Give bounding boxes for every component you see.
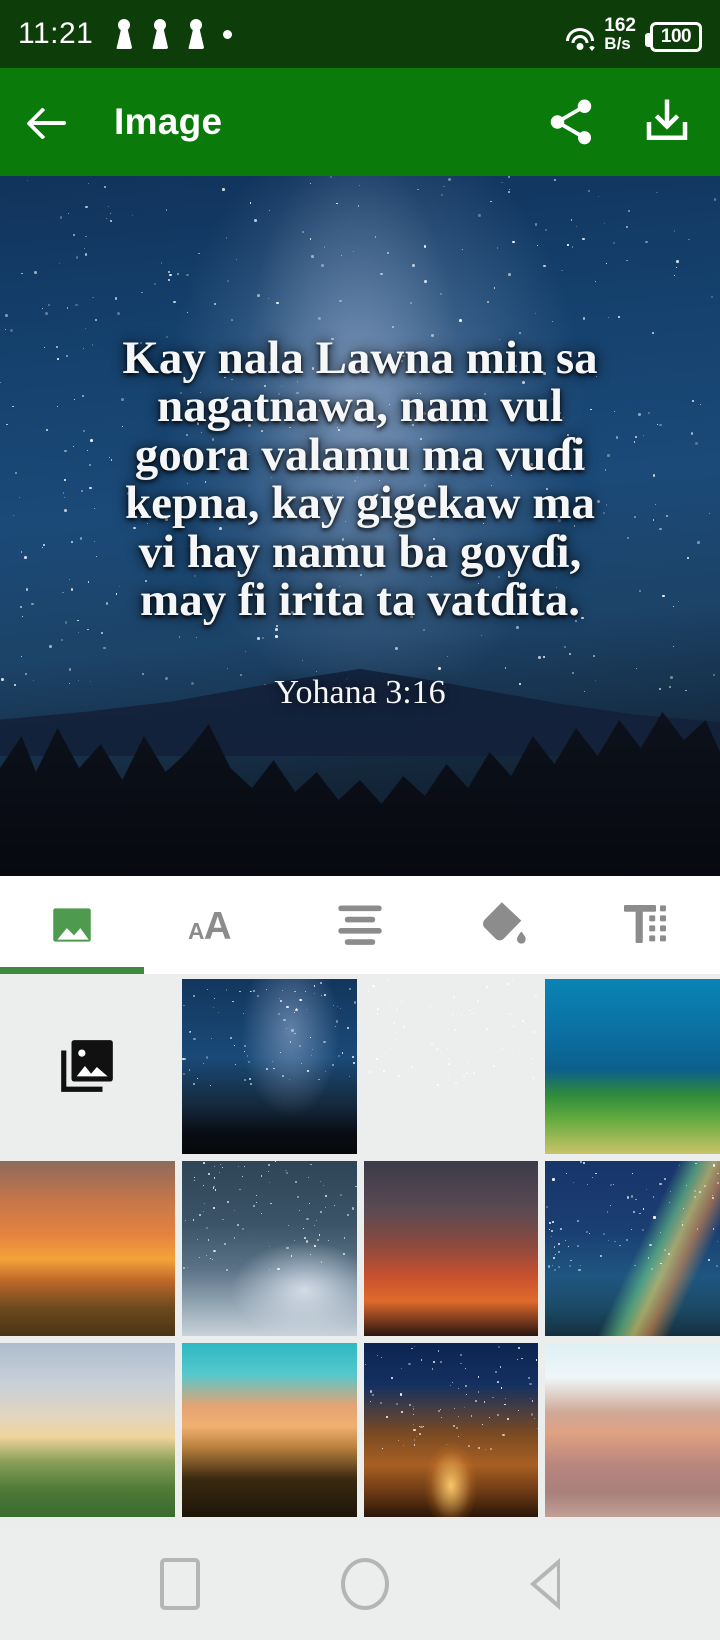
tab-text-align[interactable] [288,876,432,974]
thumbnail-stars [182,1160,357,1336]
thumbnail-image [364,979,539,1154]
network-speed: 162 B/s [604,16,636,52]
thumbnail-stars [364,979,539,1154]
network-speed-unit: B/s [604,34,631,53]
verse-line: goora valamu ma vuɗi [134,428,586,481]
thumbnail-image [181,979,357,1154]
thumbnail-image [545,1160,720,1336]
tab-background[interactable] [0,876,144,974]
thumbnail-stars [182,979,357,1154]
thumbnail-stars [364,1343,539,1518]
gallery-thumbnail[interactable] [363,1342,539,1518]
svg-text:A: A [188,918,204,944]
thumbnail-image [363,1342,539,1518]
photo-library-icon [61,1040,114,1093]
gallery-thumbnail[interactable] [181,979,357,1154]
tab-font-size[interactable]: A A [144,876,288,974]
screen-root: 11:21 162 B/s 100 Image Kay nala Lawna m… [0,0,720,1640]
android-nav-bar [0,1528,720,1640]
gallery-thumbnail[interactable] [181,1160,357,1336]
gallery-picker-button[interactable] [0,979,175,1154]
thumbnail-stars [545,1161,720,1336]
tab-fill-color[interactable] [432,876,576,974]
page-title: Image [114,101,223,142]
thumbnail-image [181,1342,357,1518]
status-clock: 11:21 [18,17,94,50]
verse-text: Kay nala Lawna min sa nagatnawa, nam vul g… [30,332,690,627]
verse-reference: Yohana 3:16 [274,674,446,712]
verse-block: Kay nala Lawna min sa nagatnawa, nam vul g… [0,334,720,712]
download-icon[interactable] [640,95,694,149]
recents-button-icon[interactable] [160,1558,201,1610]
verse-line: kepna, kay gigekaw ma [124,477,596,530]
notification-dot-icon [223,29,233,39]
notification-icon [115,19,133,49]
thumbnail-image [0,1342,175,1518]
thumbnail-image [545,1342,720,1518]
gallery-thumbnail[interactable] [545,1160,720,1336]
thumbnail-grid [0,974,720,1518]
thumbnail-image [545,979,720,1154]
gallery-thumbnail[interactable] [364,979,539,1154]
gallery-thumbnail[interactable] [0,1160,175,1336]
notification-icon [187,19,205,49]
tool-tabs: A A [0,876,720,974]
gallery-thumbnail[interactable] [545,979,720,1154]
status-bar: 11:21 162 B/s 100 [0,0,720,68]
verse-line: vi hay namu ba goyɗi, [138,525,582,578]
back-arrow-icon[interactable] [26,98,74,146]
home-button-icon[interactable] [340,1558,389,1610]
network-speed-value: 162 [604,15,636,36]
svg-text:A: A [204,905,232,948]
gallery-thumbnail[interactable] [181,1342,357,1518]
background-gallery [0,974,720,1518]
thumbnail-image [0,1160,175,1336]
notification-icon [151,19,169,49]
verse-line: Kay nala Lawna min sa [122,332,598,384]
battery-level-text: 100 [660,26,692,47]
gallery-thumbnail[interactable] [545,1342,720,1518]
image-preview[interactable]: Kay nala Lawna min sa nagatnawa, nam vul g… [0,176,720,876]
gallery-thumbnail[interactable] [0,1342,175,1518]
gallery-thumbnail[interactable] [363,1160,539,1336]
verse-line: may fi irita ta vatɗita. [140,574,580,627]
verse-line: nagatnawa, nam vul [156,380,564,433]
back-button-icon[interactable] [529,1558,560,1610]
app-bar: Image [0,68,720,176]
tab-text-format[interactable] [576,876,720,974]
status-right-icons: 162 B/s 100 [565,16,702,52]
battery-icon: 100 [645,22,702,52]
tab-active-indicator [0,967,144,974]
thumbnail-image [181,1160,357,1336]
share-icon[interactable] [544,95,598,149]
wifi-icon [565,26,597,52]
thumbnail-image [363,1160,539,1336]
status-notification-icons [115,19,233,49]
app-bar-actions [544,95,694,149]
